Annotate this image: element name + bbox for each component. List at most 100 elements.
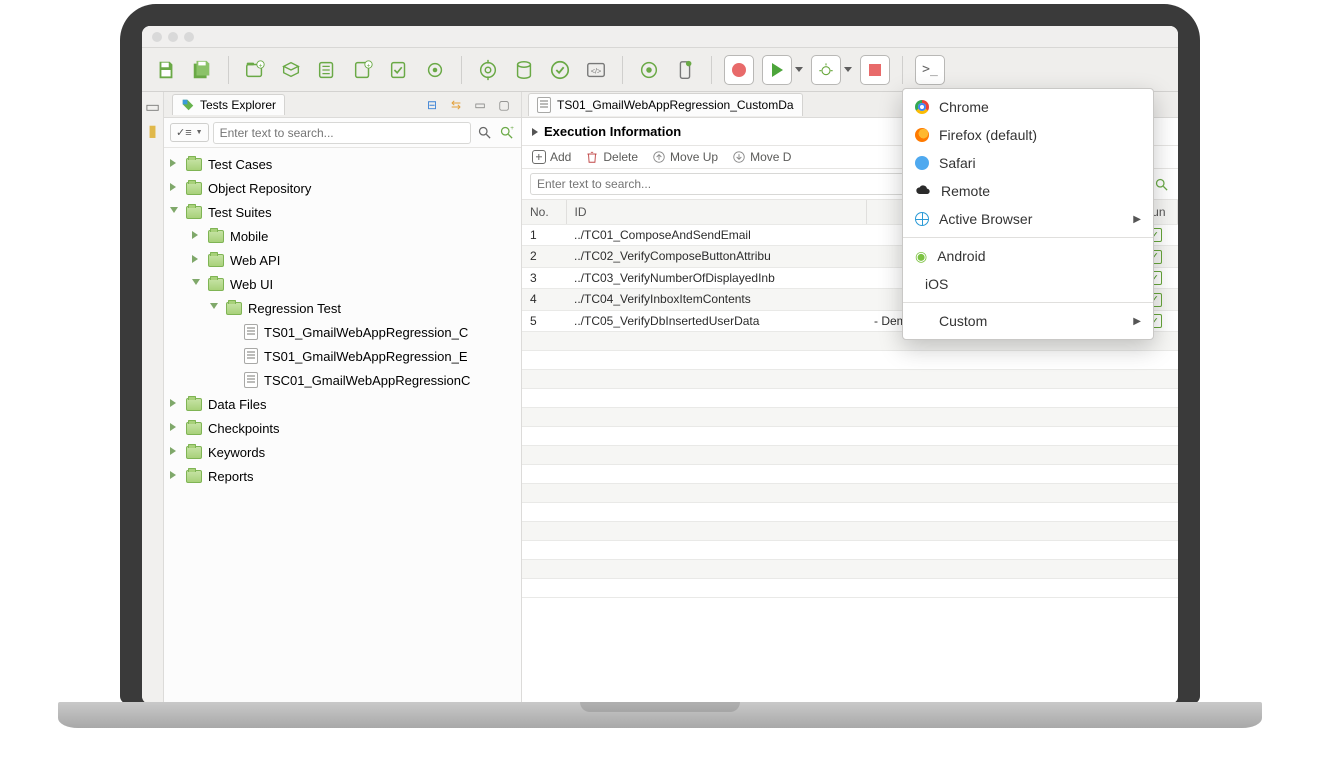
validate-button[interactable] [546, 56, 574, 84]
delete-button[interactable]: Delete [585, 150, 638, 164]
table-search-icon[interactable] [1153, 175, 1170, 193]
menu-safari[interactable]: Safari [903, 149, 1153, 177]
tree-reports[interactable]: Reports [170, 464, 515, 488]
table-row [522, 541, 1178, 560]
section-title: Execution Information [544, 124, 681, 139]
collapse-tree-button[interactable]: ⊟ [423, 96, 441, 114]
table-row [522, 408, 1178, 427]
new-data-file-button[interactable]: + [349, 56, 377, 84]
link-editor-button[interactable]: ⇆ [447, 96, 465, 114]
database-button[interactable] [510, 56, 538, 84]
run-menu: Chrome Firefox (default) Safari Remote A… [902, 88, 1154, 340]
table-row [522, 522, 1178, 541]
record-button[interactable] [724, 55, 754, 85]
tree-checkpoints[interactable]: Checkpoints [170, 416, 515, 440]
table-row [522, 484, 1178, 503]
table-row [522, 351, 1178, 370]
window-minimize-icon[interactable] [168, 32, 178, 42]
tests-explorer-panel: Tests Explorer ⊟ ⇆ ▭ ▢ ✓≡▼ + Test Cases [164, 92, 522, 704]
window-zoom-icon[interactable] [184, 32, 194, 42]
move-down-button[interactable]: Move D [732, 150, 791, 164]
tree-keywords[interactable]: Keywords [170, 440, 515, 464]
menu-firefox[interactable]: Firefox (default) [903, 121, 1153, 149]
tree-web-api[interactable]: Web API [170, 248, 515, 272]
explorer-search-input[interactable] [213, 122, 471, 144]
spy-object-button[interactable] [635, 56, 663, 84]
stop-button[interactable] [860, 55, 890, 85]
tree-regression-test[interactable]: Regression Test [170, 296, 515, 320]
safari-icon [915, 156, 929, 170]
editor-tab-label: TS01_GmailWebAppRegression_CustomDa [557, 98, 794, 112]
project-tree: Test Cases Object Repository Test Suites… [164, 148, 521, 492]
device-base [58, 702, 1262, 728]
tree-tsc01[interactable]: TSC01_GmailWebAppRegressionC [170, 368, 515, 392]
run-button[interactable] [762, 55, 792, 85]
submenu-arrow-icon: ▶ [1133, 316, 1141, 327]
tests-explorer-title: Tests Explorer [200, 98, 276, 112]
new-test-case-button[interactable]: + [241, 56, 269, 84]
left-gutter: ▭ ▮ [142, 92, 164, 704]
plus-icon [532, 150, 546, 164]
menu-remote[interactable]: Remote [903, 177, 1153, 205]
tree-ts01e[interactable]: TS01_GmailWebAppRegression_E [170, 344, 515, 368]
move-up-button[interactable]: Move Up [652, 150, 718, 164]
code-view-button[interactable]: </> [582, 56, 610, 84]
table-row [522, 579, 1178, 598]
col-no-header[interactable]: No. [522, 200, 566, 224]
col-id-header[interactable]: ID [566, 200, 866, 224]
window-titlebar [142, 26, 1178, 48]
new-checkpoint-button[interactable] [385, 56, 413, 84]
tree-test-cases[interactable]: Test Cases [170, 152, 515, 176]
search-new-icon[interactable]: + [497, 124, 515, 142]
trash-icon [585, 150, 599, 164]
table-row [522, 389, 1178, 408]
tests-explorer-tab[interactable]: Tests Explorer [172, 94, 285, 115]
tree-mobile[interactable]: Mobile [170, 224, 515, 248]
menu-active-browser[interactable]: Active Browser▶ [903, 205, 1153, 233]
maximize-view-button[interactable]: ▢ [495, 96, 513, 114]
android-icon: ◉ [915, 248, 927, 265]
menu-android[interactable]: ◉Android [903, 242, 1153, 270]
debug-button[interactable] [811, 55, 841, 85]
tree-test-suites[interactable]: Test Suites [170, 200, 515, 224]
debug-dropdown-toggle[interactable] [844, 67, 852, 72]
new-test-suite-button[interactable] [313, 56, 341, 84]
tree-web-ui[interactable]: Web UI [170, 272, 515, 296]
spy-mobile-button[interactable] [671, 56, 699, 84]
spy-web-button[interactable] [474, 56, 502, 84]
tree-data-files[interactable]: Data Files [170, 392, 515, 416]
tree-ts01c[interactable]: TS01_GmailWebAppRegression_C [170, 320, 515, 344]
app-window: + + </> >_ [142, 26, 1178, 704]
table-row [522, 370, 1178, 389]
main-toolbar: + + </> >_ [142, 48, 1178, 92]
table-row [522, 427, 1178, 446]
file-icon [537, 97, 551, 113]
tree-object-repository[interactable]: Object Repository [170, 176, 515, 200]
table-row [522, 560, 1178, 579]
gutter-layout-icon[interactable]: ▭ [144, 98, 162, 116]
menu-custom[interactable]: Custom▶ [903, 307, 1153, 335]
table-row [522, 446, 1178, 465]
terminal-button[interactable]: >_ [915, 55, 945, 85]
add-button[interactable]: Add [532, 150, 571, 164]
minimize-view-button[interactable]: ▭ [471, 96, 489, 114]
section-toggle-icon [532, 128, 538, 136]
run-dropdown-toggle[interactable] [795, 67, 803, 72]
svg-text:</>: </> [591, 66, 602, 75]
settings-button[interactable] [421, 56, 449, 84]
cloud-icon [915, 183, 931, 200]
globe-icon [915, 212, 929, 226]
save-all-button[interactable] [188, 56, 216, 84]
arrow-down-icon [732, 150, 746, 164]
gutter-clipboard-icon[interactable]: ▮ [144, 122, 162, 140]
chrome-icon [915, 100, 929, 114]
search-icon[interactable] [475, 124, 493, 142]
explorer-icon [181, 98, 195, 112]
new-object-button[interactable] [277, 56, 305, 84]
filter-dropdown[interactable]: ✓≡▼ [170, 123, 209, 142]
save-button[interactable] [152, 56, 180, 84]
menu-chrome[interactable]: Chrome [903, 93, 1153, 121]
editor-tab[interactable]: TS01_GmailWebAppRegression_CustomDa [528, 93, 803, 116]
menu-ios[interactable]: iOS [903, 270, 1153, 298]
window-close-icon[interactable] [152, 32, 162, 42]
